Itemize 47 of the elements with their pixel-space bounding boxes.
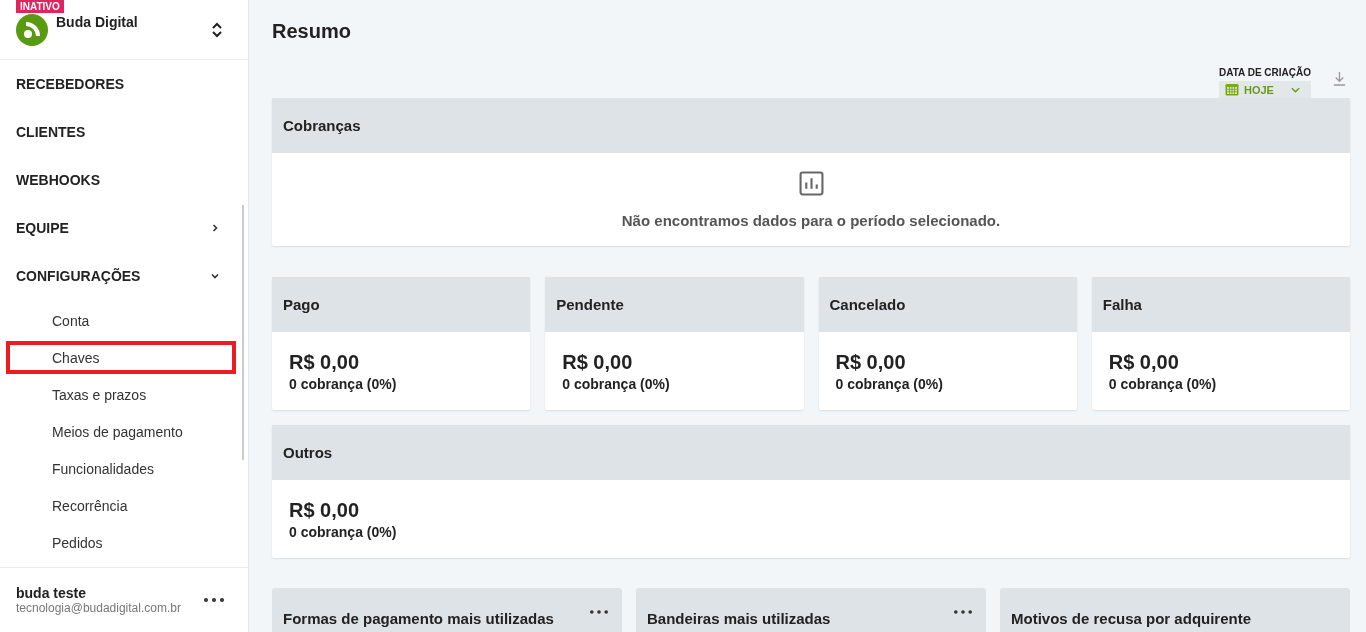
download-icon[interactable]	[1333, 71, 1346, 86]
page-title: Resumo	[272, 20, 352, 43]
charge-count: 0 cobrança (0%)	[1108, 375, 1218, 392]
bar-chart-icon	[798, 170, 824, 196]
user-name: buda teste	[16, 585, 87, 601]
card-header: Cancelado	[818, 277, 1077, 332]
logo-icon	[16, 13, 48, 46]
card-title: Motivos de recusa por adquirente	[1011, 610, 1252, 627]
chevron-down-icon	[1290, 86, 1300, 93]
card-header: Falha	[1091, 277, 1350, 332]
card-header: Pago	[272, 277, 531, 332]
nav-item[interactable]: CLIENTES	[0, 108, 248, 156]
amount: R$ 0,00	[835, 350, 907, 374]
amount: R$ 0,00	[289, 498, 361, 522]
submenu-item[interactable]: Taxas e prazos	[6, 378, 236, 411]
nav-item[interactable]: EQUIPE	[0, 204, 248, 252]
submenu-item[interactable]: Chaves	[6, 341, 236, 374]
submenu-item[interactable]: Funcionalidades	[6, 452, 236, 485]
card-header: Pendente	[545, 277, 804, 332]
expand-collapse-icon[interactable]	[212, 21, 222, 38]
submenu-item[interactable]: Meios de pagamento	[6, 415, 236, 448]
charge-count: 0 cobrança (0%)	[562, 375, 671, 392]
amount: R$ 0,00	[1108, 350, 1180, 374]
amount: R$ 0,00	[562, 350, 634, 374]
charge-count: 0 cobrança (0%)	[289, 375, 398, 392]
charge-count: 0 cobrança (0%)	[289, 523, 398, 540]
charge-count: 0 cobrança (0%)	[835, 375, 944, 392]
empty-message: Não encontramos dados para o período selecionado.	[621, 211, 1001, 229]
nav-item[interactable]: WEBHOOKS	[0, 156, 248, 204]
card-title: Formas de pagamento mais utilizadas	[283, 610, 554, 627]
more-icon[interactable]	[204, 598, 224, 602]
nav-item[interactable]: CONFIGURAÇÕES	[0, 252, 248, 300]
status-badge: INATIVO	[16, 0, 64, 13]
submenu-item[interactable]: Conta	[6, 304, 236, 337]
calendar-icon	[1224, 83, 1239, 96]
nav-item[interactable]: RECEBEDORES	[0, 60, 248, 108]
more-icon[interactable]	[954, 610, 972, 614]
more-icon[interactable]	[590, 610, 608, 614]
account-name: Buda Digital	[56, 14, 139, 30]
user-email: tecnologia@budadigital.com.br	[16, 601, 181, 615]
card-header: Outros	[272, 425, 1350, 480]
filter-label: DATA DE CRIAÇÃO	[1218, 67, 1311, 78]
submenu-item[interactable]: Recorrência	[6, 489, 236, 522]
panel-header: Cobranças	[272, 98, 1350, 153]
amount: R$ 0,00	[289, 350, 361, 374]
submenu-item[interactable]: Pedidos	[6, 526, 236, 559]
card-title: Bandeiras mais utilizadas	[647, 610, 831, 627]
